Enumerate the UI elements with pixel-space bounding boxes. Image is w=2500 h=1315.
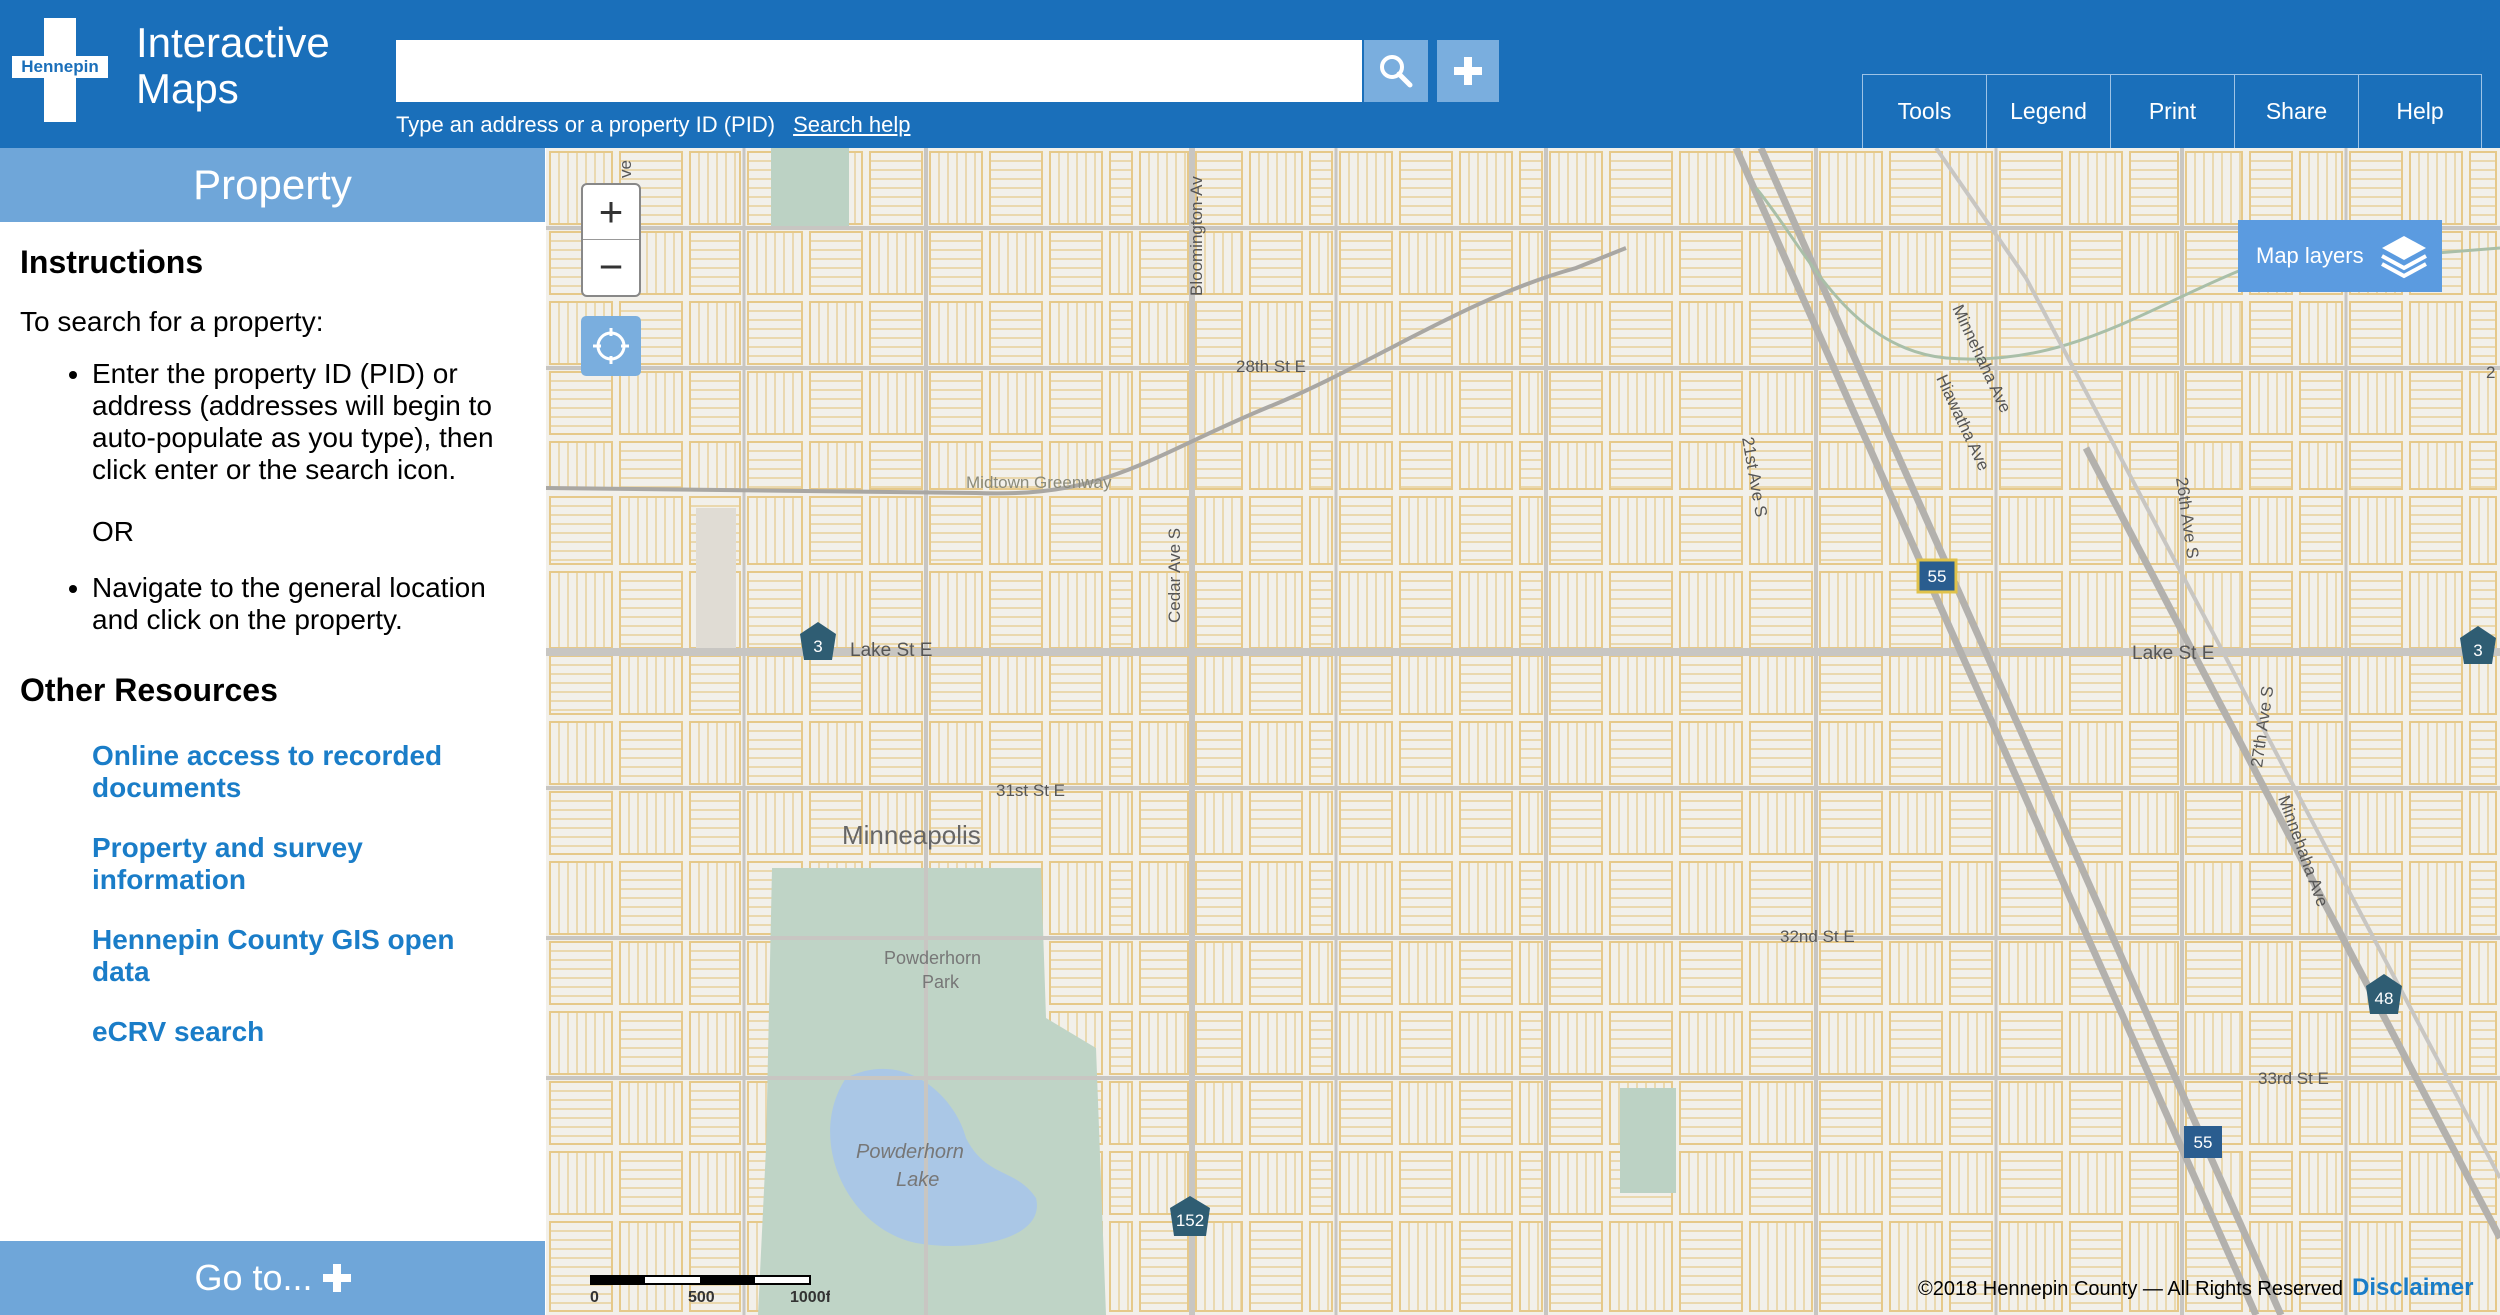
resources-links: Online access to recorded documents Prop… [92,740,525,1048]
instructions-heading: Instructions [20,244,204,280]
tab-share[interactable]: Share [2234,74,2358,148]
link-property-survey[interactable]: Property and survey information [92,832,492,896]
shield-label: 152 [1176,1211,1204,1230]
search-input[interactable] [396,40,1362,102]
link-recorded-documents[interactable]: Online access to recorded documents [92,740,492,804]
scale-label-0: 0 [590,1289,599,1306]
app-title-line2: Maps [136,65,239,112]
zoom-control: + − [581,183,641,297]
label-partial-ave: ve [616,160,635,178]
label-lake-west: Lake St E [850,640,932,661]
map-layers-button[interactable]: Map layers [2238,220,2442,292]
instructions-list: Enter the property ID (PID) or address (… [20,358,525,486]
panel-title: Property [0,148,545,222]
app-title: Interactive Maps [136,20,330,112]
toolbar-tabs: Tools Legend Print Share Help [1862,74,2482,148]
instructions-intro: To search for a property: [20,306,324,337]
search-hint-text: Type an address or a property ID (PID) [396,112,776,137]
park-area [771,148,849,226]
tab-help[interactable]: Help [2358,74,2482,148]
park-area [1620,1088,1676,1193]
goto-label: Go to... [194,1257,313,1298]
label-bloomington: Bloomington-Av [1187,176,1206,296]
label-partial-edge: 2 [2486,363,2495,382]
locate-button[interactable] [581,316,641,376]
tab-legend[interactable]: Legend [1986,74,2110,148]
label-32nd: 32nd St E [1780,927,1855,946]
search-button[interactable] [1364,40,1428,102]
instructions-list-2: Navigate to the general location and cli… [20,572,525,636]
map-basemap: Bloomington-Av 28th St E Midtown Greenwa… [546,148,2500,1315]
tab-tools[interactable]: Tools [1862,74,1986,148]
shield-label: 3 [2473,641,2482,660]
route-shield-55-north: 55 [1916,558,1958,594]
search-icon [1380,55,1413,88]
copyright: ©2018 Hennepin County — All Rights Reser… [1918,1278,2343,1300]
zoom-in-button[interactable]: + [583,185,639,239]
sidebar-content: Instructions To search for a property: E… [0,242,545,1048]
building-area [696,508,736,648]
header: Hennepin Interactive Maps Type an addres… [0,0,2500,148]
crosshair-icon [593,328,629,364]
scale-label-500: 500 [688,1289,715,1306]
label-lake-east: Lake St E [2132,643,2214,664]
sidebar: Property Instructions To search for a pr… [0,148,545,1315]
label-28th: 28th St E [1236,357,1306,376]
label-minneapolis: Minneapolis [842,820,981,850]
scale-label-1000: 1000ft [790,1289,830,1306]
instruction-item: Navigate to the general location and cli… [92,572,525,636]
add-button[interactable] [1437,40,1499,102]
label-31st: 31st St E [996,781,1065,800]
shield-label: 3 [813,637,822,656]
search-help-link[interactable]: Search help [793,112,910,137]
label-park-2: Park [922,972,960,992]
shield-label: 48 [2375,989,2394,1008]
disclaimer-link[interactable]: Disclaimer [2352,1274,2473,1302]
zoom-out-button[interactable]: − [583,239,639,294]
label-lake: Powderhorn [856,1141,964,1163]
map-canvas[interactable]: Bloomington-Av 28th St E Midtown Greenwa… [546,148,2500,1315]
hennepin-logo[interactable]: Hennepin [12,10,108,130]
plus-icon [1454,57,1482,85]
goto-button[interactable]: Go to... [0,1241,545,1315]
shield-label: 55 [2194,1133,2213,1152]
instruction-item: Enter the property ID (PID) or address (… [92,358,525,486]
link-ecrv-search[interactable]: eCRV search [92,1016,492,1048]
route-shield-55-south: 55 [2184,1126,2222,1158]
search-hint: Type an address or a property ID (PID) Se… [396,112,910,138]
label-lake-2: Lake [896,1169,939,1191]
map-layers-label: Map layers [2256,243,2364,268]
shield-label: 55 [1928,567,1947,586]
label-park: Powderhorn [884,948,981,968]
tab-print[interactable]: Print [2110,74,2234,148]
scale-bar: 0 500 1000ft [589,1270,837,1315]
label-33rd: 33rd St E [2258,1069,2329,1088]
app-title-line1: Interactive [136,19,330,66]
plus-icon [322,1264,351,1292]
resources-heading: Other Resources [20,672,278,708]
instructions-or: OR [92,516,134,547]
logo-text: Hennepin [12,56,108,78]
layers-icon [2381,236,2427,279]
link-gis-open-data[interactable]: Hennepin County GIS open data [92,924,492,988]
label-cedar: Cedar Ave S [1165,528,1184,623]
label-midtown: Midtown Greenway [966,473,1112,492]
